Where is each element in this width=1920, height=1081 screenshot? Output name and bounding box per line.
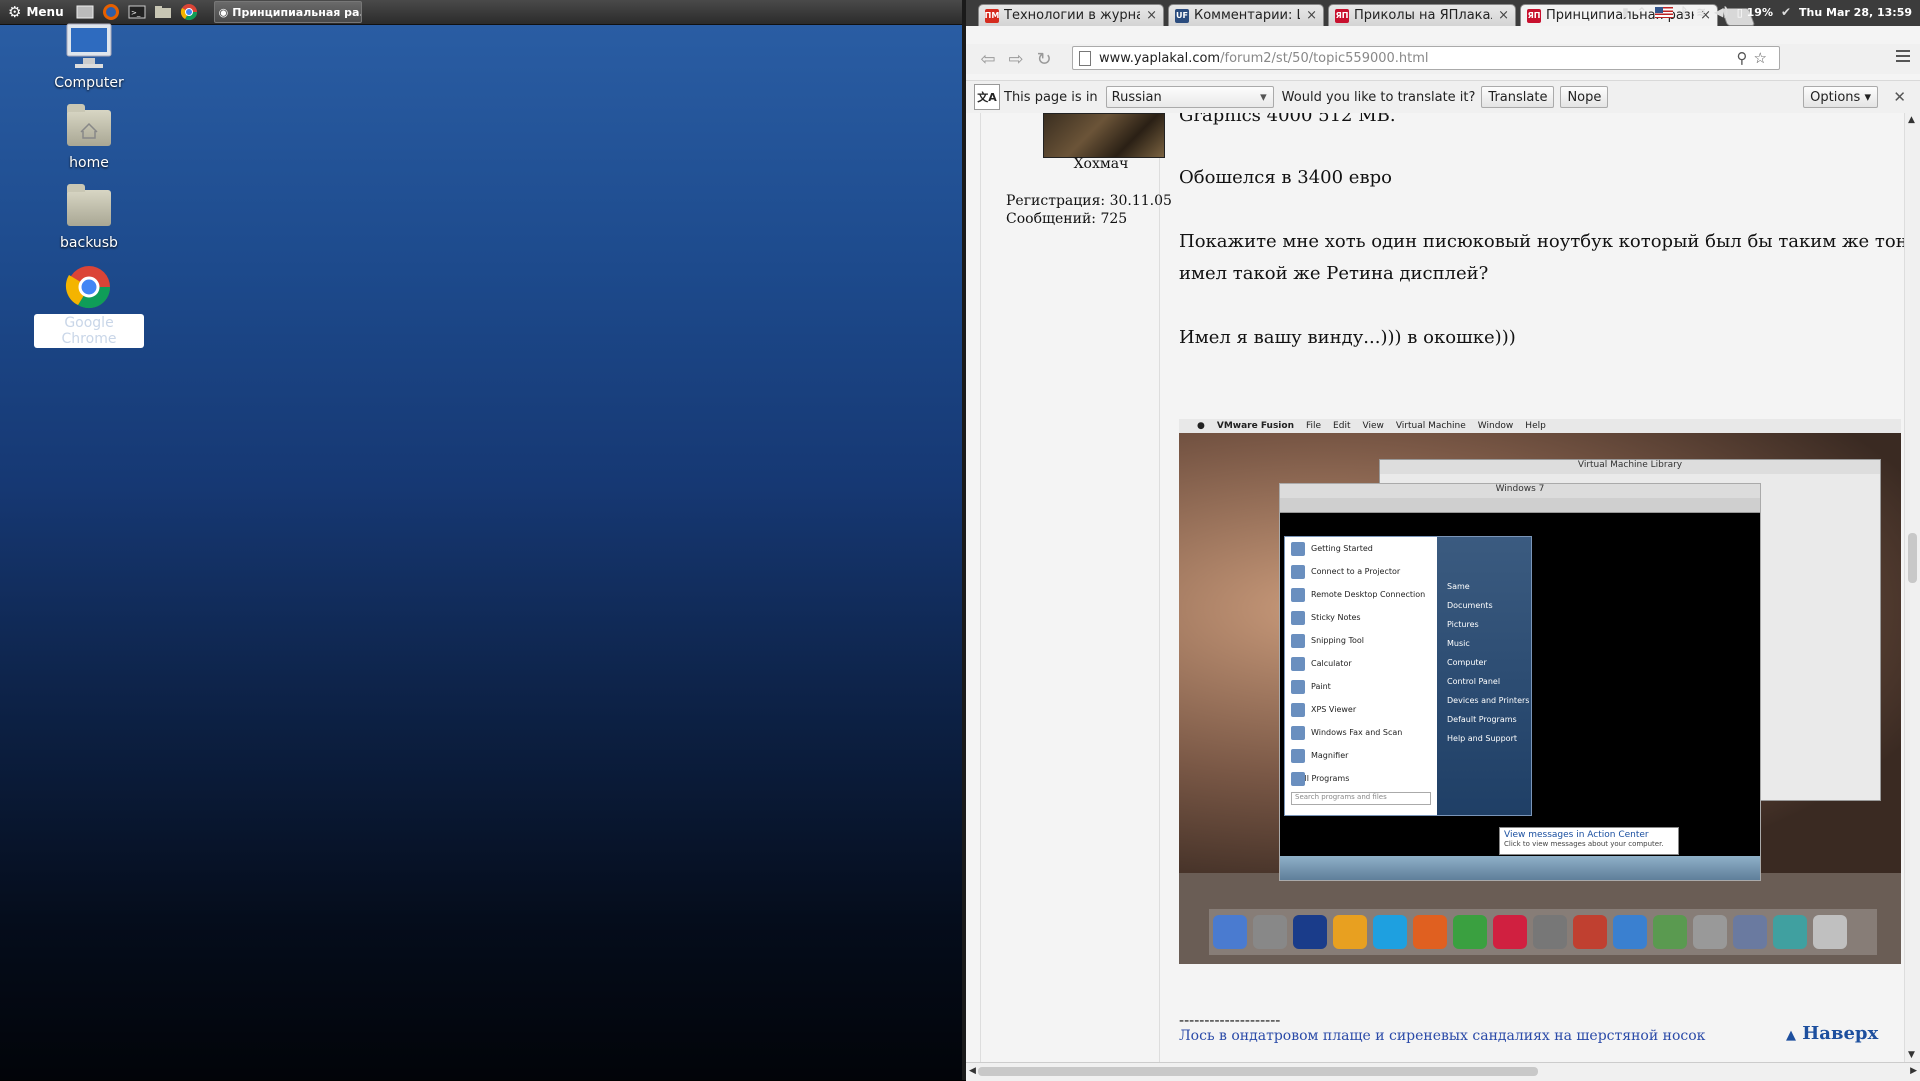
chrome-launcher-icon[interactable] — [179, 3, 199, 21]
back-icon[interactable]: ⇦ — [974, 49, 1002, 70]
options-button[interactable]: Options ▾ — [1803, 86, 1878, 108]
scroll-left-icon[interactable]: ◀ — [969, 1066, 976, 1076]
start-menu: Getting Started Connect to a Projector R… — [1284, 536, 1532, 816]
author-name[interactable]: Хохмач — [1041, 156, 1161, 172]
reload-icon[interactable]: ↻ — [1030, 49, 1058, 70]
keyboard-layout-flag-icon[interactable] — [1654, 6, 1673, 18]
menu-button[interactable]: ⚙ Menu — [0, 0, 72, 24]
arrow-up-icon: ▲ — [1786, 1028, 1796, 1043]
volume-icon[interactable]: ◀) — [1714, 5, 1729, 19]
scroll-down-icon[interactable]: ▼ — [1908, 1050, 1915, 1060]
favicon-icon: ЯП — [1335, 8, 1349, 23]
post-line: имел такой же Ретина дисплей? — [1179, 263, 1489, 284]
scroll-right-icon[interactable]: ▶ — [1910, 1066, 1917, 1076]
desktop-icon-home[interactable]: home — [34, 102, 144, 172]
network-icon[interactable]: ≋ — [1696, 5, 1706, 19]
close-icon[interactable]: ✕ — [1893, 88, 1906, 106]
translate-button[interactable]: Translate — [1481, 86, 1555, 108]
page-icon — [1079, 50, 1091, 66]
signature: Лось в ондатровом плаще и сиреневых санд… — [1179, 1028, 1706, 1044]
gear-icon: ⚙ — [8, 3, 22, 21]
translate-infobar: 文A This page is in Russian Would you lik… — [966, 80, 1920, 114]
registration-date: Регистрация: 30.11.05 — [1006, 193, 1172, 209]
page-content: Хохмач Регистрация: 30.11.05 Сообщений: … — [966, 113, 1904, 1062]
desktop-icon-computer[interactable]: Computer — [34, 22, 144, 92]
signature-separator: -------------------- — [1179, 1011, 1281, 1029]
tab-3[interactable]: ЯП Приколы на ЯПлакал × — [1328, 4, 1516, 26]
close-tab-icon[interactable]: × — [1498, 8, 1509, 23]
chevron-down-icon: ▾ — [1864, 89, 1871, 105]
post-image[interactable]: ● VMware Fusion File Edit View Virtual M… — [1179, 419, 1901, 964]
taskbar-window-button[interactable]: ◉ Принципиальная ра... — [213, 1, 362, 23]
top-panel: ⚙ Menu >_ ◉ Принципиальная ра... — [0, 0, 962, 25]
scrollbar-thumb[interactable] — [1908, 533, 1917, 583]
mac-menubar: ● VMware Fusion File Edit View Virtual M… — [1179, 419, 1901, 433]
nope-button[interactable]: Nope — [1560, 86, 1609, 108]
favicon-icon: ПМ — [985, 8, 999, 23]
close-tab-icon[interactable]: × — [1306, 8, 1317, 23]
forward-icon[interactable]: ⇨ — [1002, 49, 1030, 70]
horizontal-scrollbar[interactable]: ◀ ▶ — [966, 1062, 1920, 1081]
author-column: Хохмач Регистрация: 30.11.05 Сообщений: … — [980, 113, 1172, 1062]
menu-icon[interactable] — [1896, 50, 1910, 65]
search-icon[interactable]: ⚲ — [1737, 49, 1754, 67]
arrow-up-icon[interactable]: ⌃ — [1637, 5, 1647, 19]
files-icon[interactable] — [153, 3, 173, 21]
chrome-icon — [61, 262, 117, 312]
scroll-up-icon[interactable]: ▲ — [1908, 115, 1915, 125]
battery-icon: ▯ — [1736, 5, 1743, 19]
chat-icon[interactable]: ▮ — [1622, 5, 1629, 19]
shield-icon[interactable]: ✔ — [1781, 5, 1791, 19]
system-tray: ▮ ⌃ ᛒ ≋ ◀) ▯ 19% ✔ Thu Mar 28, 13:59 — [1622, 0, 1912, 24]
action-center-balloon: View messages in Action Center Click to … — [1499, 827, 1679, 855]
bluetooth-icon[interactable]: ᛒ — [1681, 5, 1688, 19]
vertical-scrollbar[interactable]: ▲ ▼ — [1904, 113, 1920, 1062]
windows7-vm-window: Windows 7 Getting Started Connect to a P… — [1279, 483, 1761, 881]
tab-1[interactable]: ПМ Технологии в журнале × — [978, 4, 1164, 26]
post-line: Обошелся в 3400 евро — [1179, 167, 1392, 188]
computer-icon — [61, 22, 117, 72]
close-tab-icon[interactable]: × — [1146, 8, 1157, 23]
post-line: Graphics 4000 512 MB. — [1179, 113, 1396, 126]
browser-toolbar: ⇦ ⇨ ↻ www.yaplakal.com/forum2/st/50/topi… — [966, 44, 1920, 74]
clock[interactable]: Thu Mar 28, 13:59 — [1799, 6, 1912, 19]
terminal-icon[interactable]: >_ — [127, 3, 147, 21]
desktop-icon-google-chrome[interactable]: Google Chrome — [34, 262, 144, 348]
star-icon[interactable]: ☆ — [1754, 49, 1773, 67]
firefox-icon[interactable] — [101, 3, 121, 21]
language-select[interactable]: Russian — [1105, 86, 1274, 108]
start-menu-programs: Getting Started Connect to a Projector R… — [1285, 537, 1437, 815]
post-line: Имел я вашу винду...))) в окошке))) — [1179, 327, 1516, 348]
avatar[interactable] — [1043, 113, 1165, 158]
scrollbar-thumb[interactable] — [978, 1067, 1538, 1076]
message-count: Сообщений: 725 — [1006, 211, 1128, 227]
battery-indicator[interactable]: ▯ 19% — [1737, 6, 1773, 19]
show-desktop-icon[interactable] — [75, 3, 95, 21]
tab-2[interactable]: UF Комментарии: Шинобу × — [1168, 4, 1324, 26]
desktop-icon-backusb[interactable]: backusb — [34, 182, 144, 252]
start-menu-places: Same Documents Pictures Music Computer C… — [1437, 537, 1531, 815]
home-folder-icon — [61, 102, 117, 152]
address-bar[interactable]: www.yaplakal.com/forum2/st/50/topic55900… — [1072, 46, 1780, 70]
back-to-top-link[interactable]: ▲ Наверх — [1786, 1023, 1878, 1044]
post-line: Покажите мне хоть один писюковый ноутбук… — [1179, 231, 1904, 252]
apple-icon: ● — [1197, 421, 1205, 431]
mac-dock — [1209, 909, 1877, 955]
vm-toolbar — [1280, 498, 1760, 513]
folder-icon — [61, 182, 117, 232]
chrome-icon: ◉ — [218, 5, 229, 19]
desktop: ⚙ Menu >_ ◉ Принципиальная ра... Compute… — [0, 0, 962, 1080]
translate-icon: 文A — [974, 84, 1000, 110]
windows-taskbar — [1280, 856, 1760, 880]
browser-window: ПМ Технологии в журнале × UF Комментарии… — [966, 0, 1920, 1081]
svg-text:>_: >_ — [131, 9, 141, 17]
favicon-icon: ЯП — [1527, 8, 1541, 23]
favicon-icon: UF — [1175, 8, 1189, 23]
